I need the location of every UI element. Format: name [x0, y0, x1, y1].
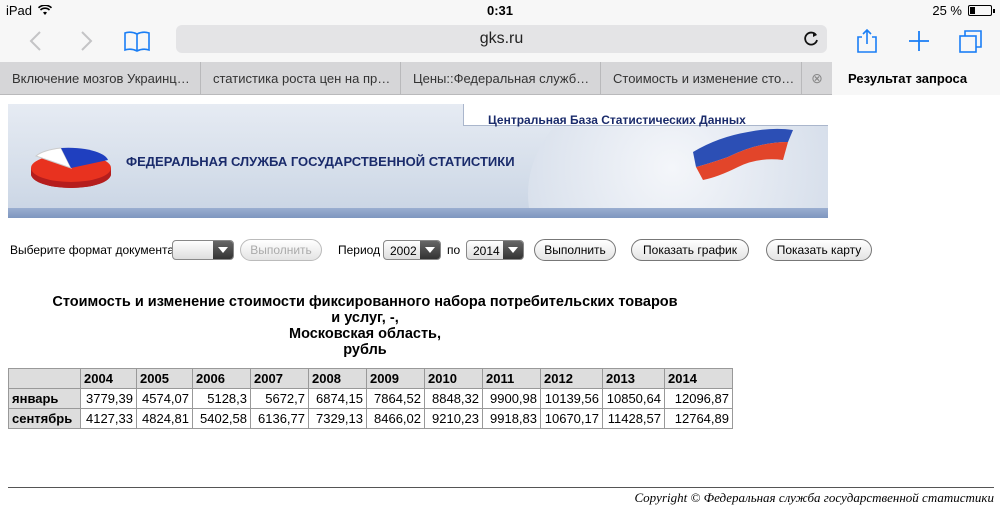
row-label: сентябрь: [8, 408, 81, 429]
format-label: Выберите формат документа: [10, 243, 175, 257]
table-cell: 10850,64: [602, 388, 665, 409]
url-text: gks.ru: [479, 30, 524, 47]
table-cell: 12764,89: [664, 408, 733, 429]
forward-icon[interactable]: [72, 26, 102, 56]
report-title-line: рубль: [343, 342, 387, 358]
battery-fill: [970, 7, 975, 14]
chevron-down-icon: [420, 241, 440, 259]
report-title-line: Стоимость и изменение стоимости фиксиров…: [52, 294, 678, 310]
footer-divider: [8, 487, 994, 488]
battery-icon: [968, 5, 995, 16]
table-cell: 3779,39: [80, 388, 137, 409]
to-label: по: [447, 243, 461, 257]
show-chart-button[interactable]: Показать график: [631, 239, 749, 261]
table-cell: 4574,07: [136, 388, 193, 409]
browser-toolbar: gks.ru: [0, 20, 1000, 62]
run-button[interactable]: Выполнить: [534, 239, 616, 261]
year-header: 2006: [192, 368, 251, 389]
table-cell: 9900,98: [482, 388, 541, 409]
show-map-button[interactable]: Показать карту: [766, 239, 872, 261]
report-title: Стоимость и изменение стоимости фиксиров…: [8, 294, 722, 358]
tab-2[interactable]: статистика роста цен на пр…: [201, 62, 401, 95]
battery-percent: 25 %: [932, 3, 962, 18]
to-year-value: 2014: [473, 244, 500, 258]
year-header: 2009: [366, 368, 425, 389]
rosstat-logo: [31, 147, 111, 188]
table-cell: 5128,3: [192, 388, 251, 409]
table-cell: 10670,17: [540, 408, 603, 429]
row-label: январь: [8, 388, 81, 409]
year-header: 2004: [80, 368, 137, 389]
db-title: Центральная База Статистических Данных: [488, 113, 746, 127]
from-year-value: 2002: [390, 244, 417, 258]
format-select[interactable]: [172, 240, 234, 260]
tab-active[interactable]: Результат запроса: [832, 62, 1000, 95]
year-header: 2010: [424, 368, 483, 389]
report-title-line: и услуг, -,: [331, 310, 399, 326]
site-banner: Центральная База Статистических Данных Ф…: [8, 104, 828, 218]
table-cell: 10139,56: [540, 388, 603, 409]
table-header-row: 2004 2005 2006 2007 2008 2009 2010 2011 2012 2013…: [8, 368, 733, 389]
share-icon[interactable]: [852, 26, 882, 56]
table-cell: 5672,7: [250, 388, 309, 409]
org-title: ФЕДЕРАЛЬНАЯ СЛУЖБА ГОСУДАРСТВЕННОЙ СТАТИ…: [126, 154, 515, 169]
year-header: 2013: [602, 368, 665, 389]
reload-icon[interactable]: [801, 29, 821, 49]
table-cell: 7864,52: [366, 388, 425, 409]
to-year-select[interactable]: 2014: [466, 240, 524, 260]
tab-4[interactable]: Стоимость и изменение сто…: [601, 62, 802, 95]
close-tab-icon[interactable]: ⊗: [802, 62, 832, 95]
back-icon[interactable]: [20, 26, 50, 56]
table-row: сентябрь 4127,33 4824,81 5402,58 6136,77 7329…: [8, 408, 733, 429]
year-header: 2008: [308, 368, 367, 389]
tab-bar: Включение мозгов Украинц… статистика рос…: [0, 62, 1000, 95]
table-row: январь 3779,39 4574,07 5128,3 5672,7 6874,15 7…: [8, 388, 733, 409]
year-header: 2007: [250, 368, 309, 389]
new-tab-icon[interactable]: [904, 26, 934, 56]
table-cell: 12096,87: [664, 388, 733, 409]
banner-strip: [8, 208, 828, 218]
table-cell: 6874,15: [308, 388, 367, 409]
chevron-down-icon: [213, 241, 233, 259]
run-button-disabled[interactable]: Выполнить: [240, 239, 322, 261]
chevron-down-icon: [503, 241, 523, 259]
table-cell: 6136,77: [250, 408, 309, 429]
year-header: 2014: [664, 368, 733, 389]
table-cell: 7329,13: [308, 408, 367, 429]
status-bar: iPad 0:31 25 %: [0, 0, 1000, 20]
tab-3[interactable]: Цены::Федеральная служб…: [401, 62, 601, 95]
table-cell: 11428,57: [602, 408, 665, 429]
report-title-line: Московская область,: [289, 326, 441, 342]
report-controls: Выберите формат документа Выполнить Пери…: [10, 238, 890, 262]
table-cell: 8466,02: [366, 408, 425, 429]
address-bar[interactable]: gks.ru: [176, 25, 827, 53]
table-cell: 8848,32: [424, 388, 483, 409]
copyright: Copyright © Федеральная служба государст…: [634, 490, 994, 505]
table-cell: 4824,81: [136, 408, 193, 429]
year-header: 2012: [540, 368, 603, 389]
tabs-overview-icon[interactable]: [956, 26, 986, 56]
year-header: 2011: [482, 368, 541, 389]
clock: 0:31: [486, 3, 514, 18]
table-cell: 9918,83: [482, 408, 541, 429]
table-corner: [8, 368, 81, 389]
data-table: 2004 2005 2006 2007 2008 2009 2010 2011 2012 2013…: [8, 368, 733, 429]
year-header: 2005: [136, 368, 193, 389]
tab-1[interactable]: Включение мозгов Украинц…: [0, 62, 201, 95]
from-year-select[interactable]: 2002: [383, 240, 441, 260]
period-label: Период: [338, 243, 381, 257]
status-right: 25 %: [932, 3, 995, 18]
table-cell: 5402,58: [192, 408, 251, 429]
table-cell: 4127,33: [80, 408, 137, 429]
bookmarks-icon[interactable]: [122, 26, 152, 56]
table-cell: 9210,23: [424, 408, 483, 429]
